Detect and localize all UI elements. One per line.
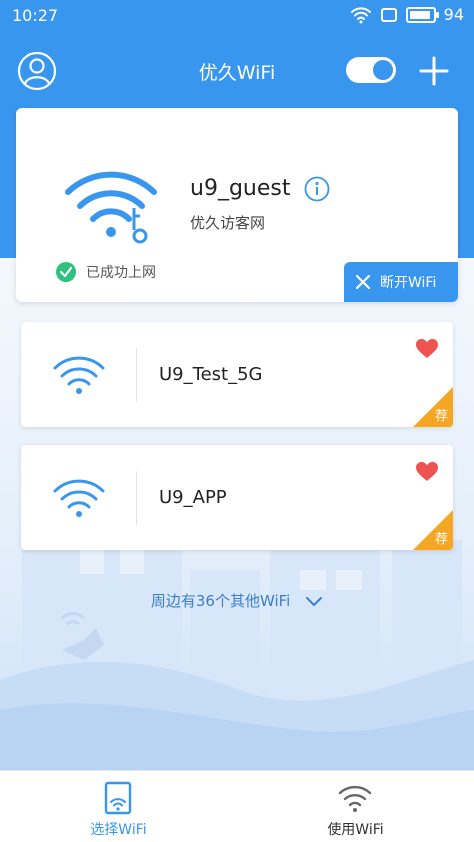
tab-use-wifi[interactable]: 使用WiFi — [237, 771, 474, 842]
network-card[interactable]: U9_Test_5G 荐 — [21, 322, 453, 427]
wifi-icon — [53, 356, 105, 394]
wifi-key-icon — [65, 171, 157, 244]
recommend-badge-text: 荐 — [434, 409, 448, 424]
battery-level: 94 — [443, 5, 464, 24]
check-icon — [56, 262, 76, 282]
recommend-badge-text: 荐 — [434, 532, 448, 547]
network-card[interactable]: U9_APP 荐 — [21, 445, 453, 550]
status-icons: 94 — [350, 5, 464, 24]
wifi-icon — [338, 785, 372, 812]
heart-icon[interactable] — [416, 339, 438, 359]
network-ssid: U9_Test_5G — [159, 364, 263, 385]
disconnect-button[interactable]: 断开WiFi — [344, 262, 458, 302]
recommend-badge: 荐 — [413, 387, 453, 427]
close-icon — [356, 275, 370, 289]
network-ssid: U9_APP — [159, 487, 227, 508]
tab-select-wifi[interactable]: 选择WiFi — [0, 771, 237, 842]
phone-wifi-icon — [104, 781, 132, 815]
status-bar: 10:27 94 — [0, 0, 474, 32]
divider — [136, 471, 137, 525]
chevron-down-icon — [306, 596, 323, 606]
status-time: 10:27 — [12, 6, 59, 25]
tab-use-wifi-label: 使用WiFi — [327, 822, 384, 838]
screen-icon — [380, 7, 397, 22]
divider — [136, 348, 137, 402]
app-header: 优久WiFi — [0, 36, 474, 104]
wifi-toggle[interactable] — [346, 57, 396, 83]
tab-select-wifi-label: 选择WiFi — [90, 822, 147, 838]
status-text: 已成功上网 — [86, 265, 156, 281]
info-icon[interactable] — [304, 176, 330, 202]
wifi-icon — [53, 479, 105, 517]
connected-subtitle: 优久访客网 — [190, 214, 266, 232]
connected-ssid: u9_guest — [190, 176, 291, 201]
toggle-knob — [373, 60, 393, 80]
heart-icon[interactable] — [416, 462, 438, 482]
add-icon[interactable] — [418, 55, 450, 87]
connected-network-card[interactable]: u9_guest 优久访客网 已成功上网 断开WiFi — [16, 108, 458, 302]
app-title: 优久WiFi — [198, 62, 276, 84]
wifi-signal-icon — [350, 6, 371, 23]
more-networks-label: 周边有36个其他WiFi — [150, 592, 291, 610]
connection-status: 已成功上网 — [56, 262, 156, 282]
bottom-nav: 选择WiFi 使用WiFi — [0, 770, 474, 842]
disconnect-label: 断开WiFi — [380, 275, 437, 291]
battery-icon — [405, 6, 439, 23]
recommend-badge: 荐 — [413, 510, 453, 550]
more-networks-link[interactable]: 周边有36个其他WiFi — [0, 590, 474, 611]
